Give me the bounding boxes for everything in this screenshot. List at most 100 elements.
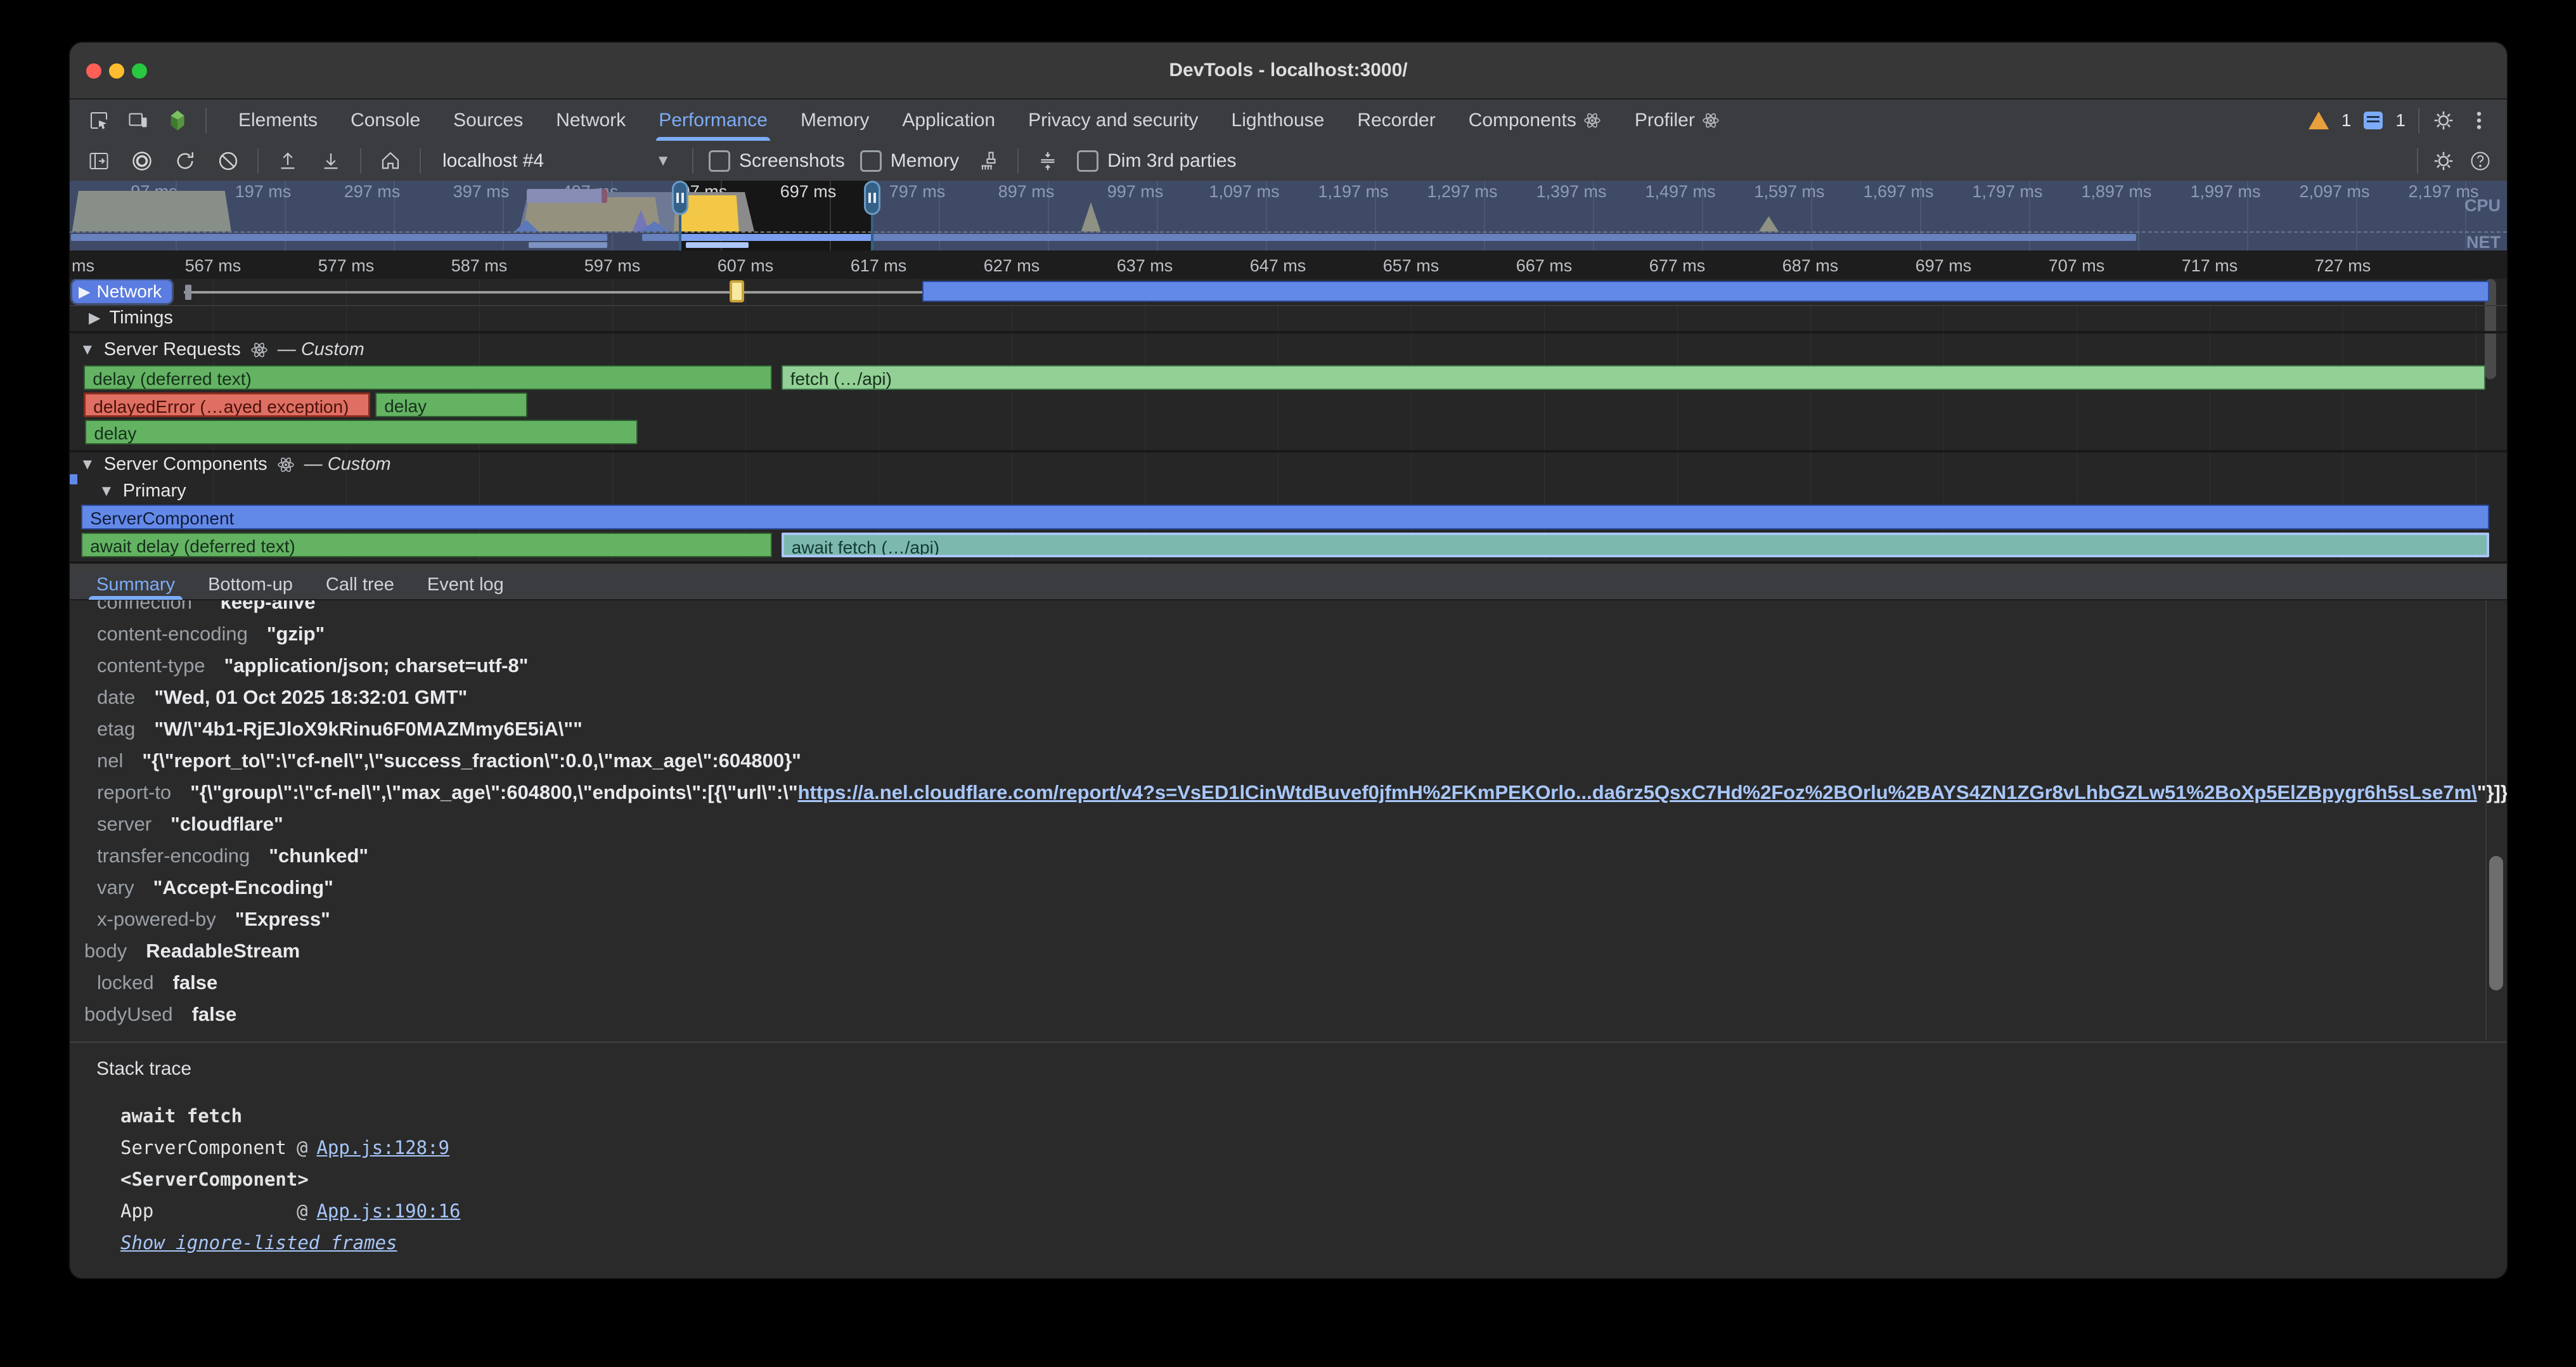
- checkbox-box: [860, 150, 882, 172]
- screenshots-checkbox[interactable]: Screenshots: [709, 150, 845, 172]
- stack-trace-section: Stack trace await fetchServerComponent@A…: [70, 1041, 2507, 1278]
- timeline-bar-delay[interactable]: delay: [375, 392, 527, 417]
- tab-components[interactable]: Components: [1452, 100, 1618, 141]
- stack-frame-source-link[interactable]: App.js:190:16: [316, 1195, 460, 1227]
- memory-checkbox[interactable]: Memory: [860, 150, 959, 172]
- tab-sources[interactable]: Sources: [437, 100, 539, 141]
- timeline-bar-await-fetch-api[interactable]: await fetch (…/api): [782, 533, 2489, 557]
- toolbar-right: [2417, 148, 2507, 174]
- reload-and-record-icon[interactable]: [171, 147, 199, 175]
- tab-privacy-and-security[interactable]: Privacy and security: [1012, 100, 1214, 141]
- toolbar-divider: [360, 148, 361, 174]
- primary-subtrack-header[interactable]: ▼Primary: [99, 481, 186, 502]
- summary-key: date: [97, 686, 135, 708]
- tab-performance[interactable]: Performance: [642, 100, 784, 141]
- timeline-bar-servercomponent[interactable]: ServerComponent: [81, 505, 2489, 529]
- home-icon[interactable]: [377, 147, 404, 175]
- tab-label: Performance: [659, 100, 768, 141]
- timeline-bar-fetch-api[interactable]: fetch (…/api): [782, 365, 2485, 390]
- device-toolbar-icon[interactable]: [127, 109, 150, 132]
- garbage-collect-icon[interactable]: [974, 147, 1002, 175]
- stack-frame: ServerComponent@App.js:128:9: [120, 1132, 460, 1163]
- report-url-link[interactable]: https://a.nel.cloudflare.com/report/v4?s…: [798, 781, 2477, 803]
- summary-key: locked: [97, 971, 154, 994]
- summary-value: false: [192, 1003, 237, 1025]
- timeline-ruler-label: 677 ms: [1649, 256, 1706, 276]
- extension-gem-icon[interactable]: [166, 109, 189, 132]
- toggle-sidebar-icon[interactable]: [85, 147, 113, 175]
- handle-stem: [679, 212, 681, 250]
- track-separator: [70, 450, 2507, 453]
- details-tab-call-tree[interactable]: Call tree: [309, 570, 411, 600]
- inspect-element-icon[interactable]: [87, 109, 110, 132]
- details-tab-bottom-up[interactable]: Bottom-up: [191, 570, 309, 600]
- tab-label: Sources: [453, 100, 523, 141]
- details-tab-event-log[interactable]: Event log: [411, 570, 520, 600]
- save-profile-icon[interactable]: [317, 147, 345, 175]
- network-request-bar[interactable]: [922, 281, 2489, 302]
- timeline-bar-delayederror-ayed-exception[interactable]: delayedError (…ayed exception): [84, 392, 370, 417]
- record-button[interactable]: [128, 147, 156, 175]
- clear-recording-icon[interactable]: [214, 147, 242, 175]
- help-icon[interactable]: [2469, 150, 2492, 172]
- summary-key: content-encoding: [97, 623, 248, 645]
- timeline-overview[interactable]: CPU NET 97 ms197 ms297 ms397 ms497 ms597…: [70, 181, 2507, 250]
- dim-3rd-parties-checkbox[interactable]: Dim 3rd parties: [1077, 150, 1236, 172]
- tab-console[interactable]: Console: [334, 100, 437, 141]
- tabbar-right-divider: [2418, 108, 2419, 133]
- network-track-grip[interactable]: [185, 285, 191, 300]
- timeline-bar-delay-deferred-text[interactable]: delay (deferred text): [84, 365, 772, 390]
- details-tab-summary[interactable]: Summary: [80, 570, 191, 600]
- timeline-ruler-label: 617 ms: [851, 256, 907, 276]
- tab-recorder[interactable]: Recorder: [1341, 100, 1452, 141]
- summary-row-nel: nel"{\"report_to\":\"cf-nel\",\"success_…: [70, 745, 2507, 777]
- load-profile-icon[interactable]: [274, 147, 302, 175]
- timeline-tracks: ▶Network ▶Timings ▼Server Requests— Custom…: [70, 279, 2507, 562]
- timeline-ruler-label: 627 ms: [984, 256, 1040, 276]
- stack-frame-source-link[interactable]: App.js:128:9: [316, 1132, 449, 1163]
- timeline-bar-label: fetch (…/api): [790, 369, 892, 389]
- summary-key: content-type: [97, 654, 205, 677]
- overview-window-handle-right[interactable]: [864, 181, 880, 250]
- server-components-header[interactable]: ▼Server Components— Custom: [80, 454, 391, 475]
- timeline-bar-label: delay: [384, 396, 427, 416]
- network-event-marker[interactable]: [730, 280, 744, 302]
- tab-lighthouse[interactable]: Lighthouse: [1215, 100, 1341, 141]
- stack-frame: <ServerComponent>: [120, 1163, 460, 1195]
- warning-badge-icon[interactable]: [2309, 112, 2329, 129]
- issues-message-icon[interactable]: [2364, 112, 2383, 129]
- tab-application[interactable]: Application: [886, 100, 1012, 141]
- performance-toolbar: localhost #4 ▼ Screenshots Memory: [70, 141, 2507, 181]
- summary-row-server: server"cloudflare": [70, 808, 2507, 840]
- collapse-flamechart-icon[interactable]: [1034, 147, 1062, 175]
- network-track-header[interactable]: ▶Network: [72, 280, 172, 303]
- tabbar-divider: [205, 108, 207, 133]
- timeline-bar-delay[interactable]: delay: [85, 420, 638, 444]
- summary-row-content-type: content-type"application/json; charset=u…: [70, 650, 2507, 682]
- settings-gear-icon[interactable]: [2432, 109, 2455, 132]
- server-requests-header[interactable]: ▼Server Requests— Custom: [80, 339, 364, 360]
- overview-window-handle-left[interactable]: [672, 181, 688, 250]
- handle-stem: [871, 212, 873, 250]
- overview-network-bar-light: [686, 242, 749, 248]
- tab-profiler[interactable]: Profiler: [1618, 100, 1737, 141]
- timings-track-header[interactable]: ▶Timings: [89, 306, 173, 330]
- history-select[interactable]: localhost #4 ▼: [436, 150, 677, 172]
- timeline-ruler-label: 597 ms: [584, 256, 641, 276]
- tab-network[interactable]: Network: [539, 100, 642, 141]
- summary-scrollbar[interactable]: [2489, 856, 2503, 990]
- tabbar-left-icons: [70, 108, 222, 133]
- timeline-ruler-label: 697 ms: [1916, 256, 1972, 276]
- capture-settings-gear-icon[interactable]: [2432, 150, 2455, 172]
- timeline-ruler-label: 727 ms: [2315, 256, 2371, 276]
- show-ignore-listed-frames-link[interactable]: Show ignore-listed frames: [120, 1227, 460, 1259]
- timeline-bar-await-delay-deferred-text[interactable]: await delay (deferred text): [81, 533, 772, 557]
- timeline-ruler-label: 657 ms: [1383, 256, 1439, 276]
- tab-memory[interactable]: Memory: [784, 100, 886, 141]
- summary-row-connection: connection"keep-alive": [70, 600, 2507, 618]
- selected-tab-underline: [89, 596, 183, 600]
- kebab-menu-icon[interactable]: [2468, 109, 2490, 132]
- screenshots-label: Screenshots: [739, 150, 845, 172]
- tab-elements[interactable]: Elements: [222, 100, 334, 141]
- chevron-down-icon: ▼: [80, 341, 95, 359]
